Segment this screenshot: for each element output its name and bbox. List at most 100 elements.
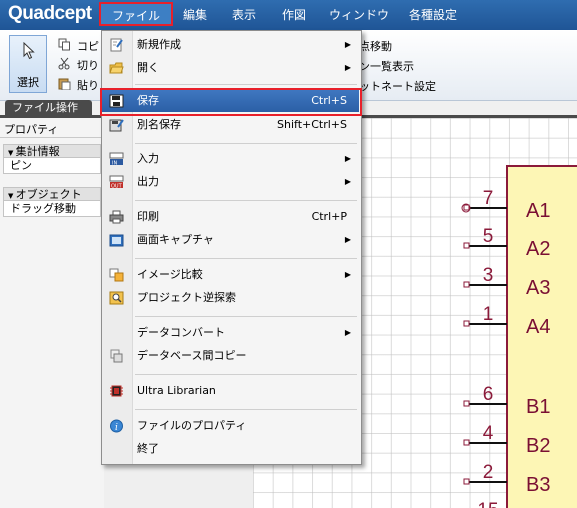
select-tool-label: 選択 [17,76,39,89]
pin-endpoint[interactable] [463,204,470,211]
menu-separator [135,409,357,410]
menu-item-file-properties[interactable]: i ファイルのプロパティ [102,415,359,437]
menu-item-ultra-librarian[interactable]: Ultra Librarian [102,380,359,402]
menu-separator [135,84,357,85]
info-icon: i [110,419,123,433]
database-copy-icon [110,349,123,363]
menu-file[interactable]: ファイル [99,2,173,26]
point-move-button[interactable]: 点移動 [359,38,392,54]
export-icon: OUT [109,175,124,189]
menu-item-import[interactable]: IN 入力 ▶ [102,148,359,170]
svg-text:IN: IN [112,161,117,167]
project-search-icon [109,291,124,305]
menu-item-database-copy[interactable]: データベース間コピー [102,345,359,367]
pin-endpoint[interactable] [463,439,470,446]
menu-item-label: ファイルのプロパティ [137,419,247,432]
menu-item-label: データコンバート [137,326,225,339]
cursor-arrow-icon [23,42,35,60]
group-header-summary[interactable]: ▼ 集計情報 [3,144,101,158]
group-row-pin[interactable]: ピン [3,158,101,174]
pin-endpoint[interactable] [463,281,470,288]
paste-button[interactable]: 貼り [77,77,99,93]
menu-item-label: データベース間コピー [137,349,247,362]
app-logo: Quadcept [8,3,92,24]
collapse-arrow-icon: ▼ [8,149,16,157]
pin-number: 6 [483,384,494,405]
menu-item-project-reverse-search[interactable]: プロジェクト逆探索 [102,287,359,309]
menu-item-label: 入力 [137,152,159,165]
menu-item-label: 画面キャプチャ [137,233,214,246]
menu-item-exit[interactable]: 終了 [102,438,359,460]
pin-name: B2 [526,435,550,457]
pin-name: A2 [526,238,550,260]
menu-item-label: 新規作成 [137,38,181,51]
menu-bar: Quadcept ファイル 編集 表示 作図 ウィンドウ 各種設定 [0,0,577,30]
copy-icon [58,38,70,51]
menu-item-image-compare[interactable]: イメージ比較 ▶ [102,264,359,286]
pin-number: 5 [483,226,494,247]
ribbon-tab-file-ops[interactable]: ファイル操作 [5,100,92,115]
panel-title: プロパティ [4,123,59,136]
pin-name: A4 [526,316,550,338]
cut-button[interactable]: 切り [77,57,99,73]
pin-endpoint[interactable] [463,400,470,407]
menu-item-screen-capture[interactable]: 画面キャプチャ ▶ [102,229,359,251]
pin-name: A3 [526,277,550,299]
select-tool-button[interactable]: 選択 [9,35,47,93]
camera-icon [109,234,124,247]
menu-item-shortcut: Shift+Ctrl+S [277,118,347,131]
annotation-highlight-save [100,88,362,116]
menu-separator [135,258,357,259]
menu-separator [135,143,357,144]
menu-view[interactable]: 表示 [232,6,256,23]
pin-number: 7 [483,188,494,209]
import-icon: IN [109,152,124,166]
paste-icon [58,78,71,90]
menu-item-print[interactable]: 印刷 Ctrl+P [102,206,359,228]
menu-settings[interactable]: 各種設定 [409,6,457,23]
pin-number: 2 [483,462,494,483]
menu-item-label: プロジェクト逆探索 [137,291,236,304]
menu-item-label: 開く [137,61,159,74]
pin-number: 15 [477,500,498,508]
new-document-icon [110,38,123,52]
pin-endpoint[interactable] [463,320,470,327]
menu-item-label: 別名保存 [137,118,181,131]
pin-number: 3 [483,265,494,286]
copy-button[interactable]: コピ [77,38,99,54]
chip-icon [110,385,123,397]
menu-item-new[interactable]: 新規作成 ▶ [102,34,359,56]
menu-item-label: 出力 [137,175,159,188]
svg-text:i: i [115,423,118,433]
menu-window[interactable]: ウィンドウ [329,6,389,23]
pin-name: A1 [526,200,550,222]
group-header-label: 集計情報 [15,145,60,158]
menu-item-label: 印刷 [137,210,159,223]
pin-number: 4 [483,423,494,444]
submenu-arrow-icon: ▶ [344,328,351,337]
property-panel: プロパティ ▼ 集計情報 ピン ▼ オブジェクト ドラッグ移動 [0,118,105,508]
menu-item-label: 終了 [137,442,159,455]
submenu-arrow-icon: ▶ [344,235,351,244]
group-row-drag-move[interactable]: ドラッグ移動 [3,201,101,217]
pin-name: B3 [526,474,550,496]
menu-edit[interactable]: 編集 [183,6,207,23]
menu-separator [135,200,357,201]
netname-setting-button[interactable]: ットネート設定 [359,78,436,94]
submenu-arrow-icon: ▶ [344,63,351,72]
group-header-object[interactable]: ▼ オブジェクト [3,187,101,201]
menu-item-data-convert[interactable]: データコンバート ▶ [102,322,359,344]
menu-item-save-as[interactable]: 別名保存 Shift+Ctrl+S [102,114,359,136]
menu-draw[interactable]: 作図 [282,6,306,23]
pin-endpoint[interactable] [463,242,470,249]
group-header-label: オブジェクト [15,188,82,201]
menu-item-export[interactable]: OUT 出力 ▶ [102,171,359,193]
menu-item-open[interactable]: 開く ▶ [102,57,359,79]
pin-endpoint[interactable] [463,478,470,485]
pin-number: 1 [483,304,494,325]
open-folder-icon [109,62,124,74]
list-view-button[interactable]: ン一覧表示 [359,58,414,74]
divider [0,137,104,138]
scissors-icon [58,57,70,70]
image-compare-icon [109,268,124,282]
